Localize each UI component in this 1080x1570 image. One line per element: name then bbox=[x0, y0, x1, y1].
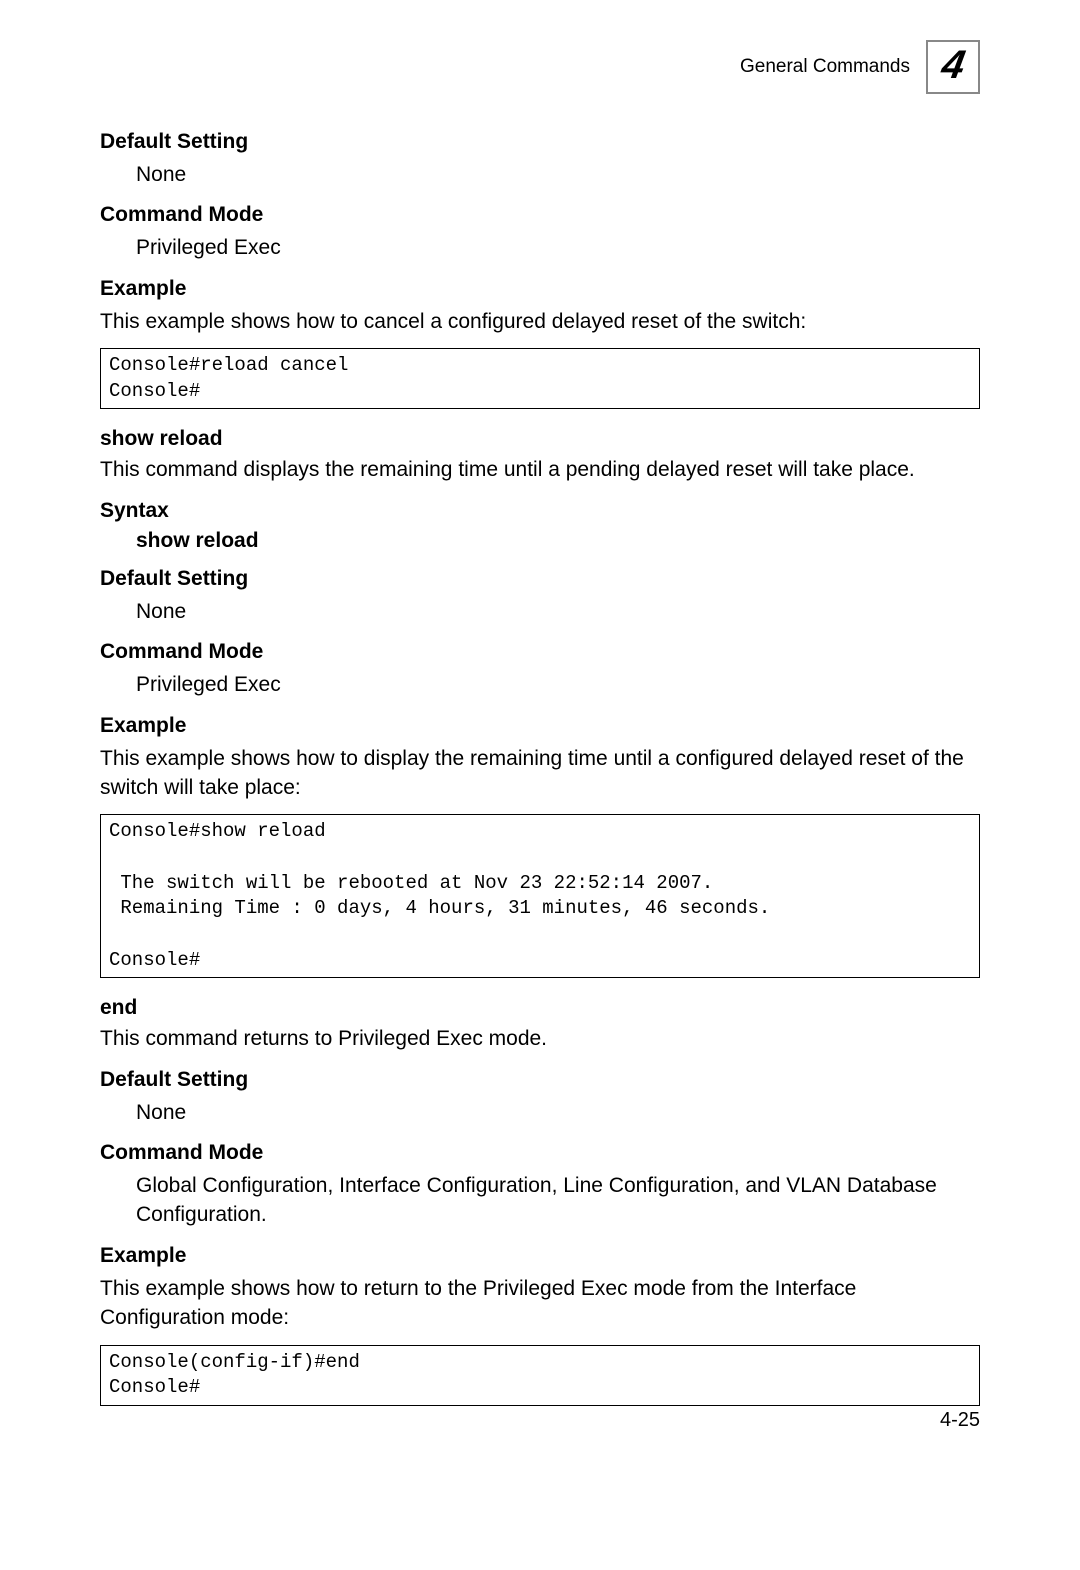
example-code-block: Console(config-if)#end Console# bbox=[100, 1345, 980, 1406]
default-setting-heading: Default Setting bbox=[100, 130, 980, 154]
chapter-box: 4 bbox=[926, 40, 980, 94]
command-mode-value: Global Configuration, Interface Configur… bbox=[136, 1171, 980, 1230]
syntax-value: show reload bbox=[136, 529, 980, 553]
default-setting-value: None bbox=[136, 1098, 980, 1127]
command-mode-value: Privileged Exec bbox=[136, 233, 980, 262]
example-intro: This example shows how to display the re… bbox=[100, 744, 980, 803]
command-heading-show-reload: show reload bbox=[100, 427, 980, 451]
command-mode-value: Privileged Exec bbox=[136, 670, 980, 699]
syntax-heading: Syntax bbox=[100, 499, 980, 523]
header-section-title: General Commands bbox=[740, 56, 910, 78]
example-intro: This example shows how to return to the … bbox=[100, 1274, 980, 1333]
example-code-block: Console#reload cancel Console# bbox=[100, 348, 980, 409]
command-mode-heading: Command Mode bbox=[100, 1141, 980, 1165]
command-heading-end: end bbox=[100, 996, 980, 1020]
default-setting-heading: Default Setting bbox=[100, 567, 980, 591]
command-description: This command displays the remaining time… bbox=[100, 455, 980, 484]
default-setting-value: None bbox=[136, 597, 980, 626]
example-heading: Example bbox=[100, 1244, 980, 1268]
example-heading: Example bbox=[100, 277, 980, 301]
command-description: This command returns to Privileged Exec … bbox=[100, 1024, 980, 1053]
default-setting-heading: Default Setting bbox=[100, 1068, 980, 1092]
default-setting-value: None bbox=[136, 160, 980, 189]
command-mode-heading: Command Mode bbox=[100, 640, 980, 664]
page-number: 4-25 bbox=[940, 1409, 980, 1432]
page-header: General Commands 4 bbox=[100, 40, 980, 94]
chapter-number: 4 bbox=[938, 45, 968, 89]
command-mode-heading: Command Mode bbox=[100, 203, 980, 227]
example-code-block: Console#show reload The switch will be r… bbox=[100, 814, 980, 978]
example-intro: This example shows how to cancel a confi… bbox=[100, 307, 980, 336]
example-heading: Example bbox=[100, 714, 980, 738]
